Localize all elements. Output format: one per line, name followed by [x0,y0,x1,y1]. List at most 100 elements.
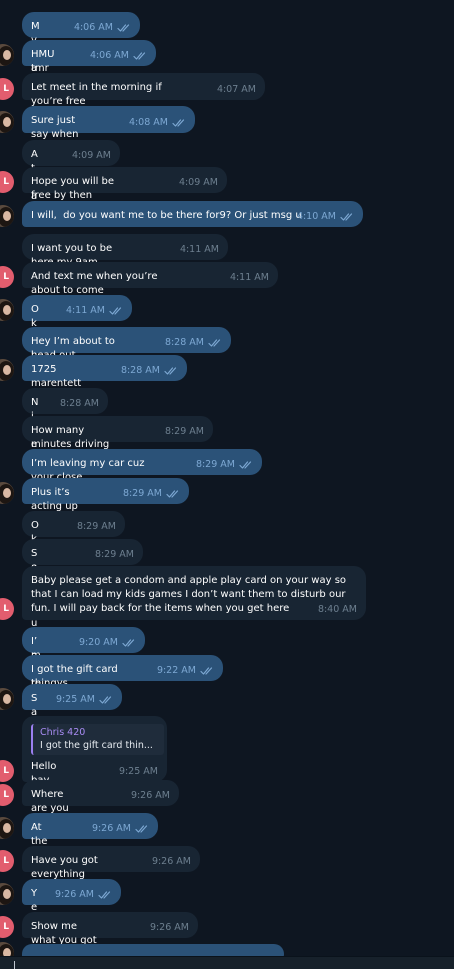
outgoing-message[interactable]: 1725 marentette8:28 AM [22,355,187,403]
message-time: 4:08 AM [128,117,168,128]
outgoing-message[interactable]: I’m leaving my car cuz your close8:29 AM [22,449,262,483]
message-time: 4:11 AM [65,305,105,316]
read-receipt-icon [200,667,213,675]
message-text: Baby please get a condom and apple play … [31,575,350,614]
contact-avatar[interactable]: L [0,78,14,100]
outgoing-message[interactable]: Hey I’m about to head out8:28 AM [22,327,231,361]
message-time: 9:26 AM [54,889,94,900]
incoming-message[interactable]: Have you got everything 9:26 AM [22,846,200,880]
outgoing-message[interactable]: Yes9:26 AM [22,879,121,927]
outgoing-message[interactable]: Plus it’s acting up 8:29 AM [22,478,189,512]
message-row: Sure just say when 4:08 AM [0,106,454,140]
message-meta: 9:26 AM [92,824,149,834]
message-time: 8:28 AM [120,365,160,376]
contact-avatar[interactable]: L [0,266,14,288]
message-time: 8:28 AM [164,337,204,348]
user-avatar[interactable] [0,883,14,905]
message-meta: 8:28 AM [60,399,99,409]
incoming-message[interactable]: See you soon8:29 AM [22,539,143,671]
outgoing-message[interactable] [22,944,284,956]
outgoing-message[interactable]: I’m here9:20 AM [22,627,145,689]
message-row: 1725 marentette8:28 AM [0,355,454,403]
message-meta: 8:28 AM [165,338,222,348]
user-avatar[interactable] [0,299,14,321]
read-receipt-icon [135,825,148,833]
message-meta: 9:22 AM [157,666,214,676]
message-meta: 4:06 AM [90,51,147,61]
outgoing-message[interactable]: Ok ok4:11 AM [22,295,132,357]
message-time: 4:07 AM [216,84,256,95]
incoming-message[interactable]: Where are you now9:26 AM [22,780,179,828]
message-time: 4:09 AM [178,177,218,188]
contact-avatar[interactable]: L [0,784,14,806]
incoming-message[interactable]: Chris 420 I got the gift card thin... Hell… [22,716,167,786]
message-row: Let meet in the morning if you’re free 4:… [0,73,454,107]
message-meta: 8:29 AM [165,427,204,437]
user-avatar[interactable] [0,482,14,504]
message-row: I’m leaving my car cuz your close8:29 AM [0,449,454,483]
message-row: Baby please get a condom and apple play … [0,566,454,620]
incoming-message[interactable]: Show me what you got 9:26 AM [22,912,198,946]
message-meta: 4:08 AM [129,118,186,128]
message-meta: 4:09 AM [179,178,218,188]
message-row: Hope you will be free by then 4:09 AM L [0,167,454,201]
read-receipt-icon [166,490,179,498]
incoming-message[interactable]: Nice8:28 AM [22,388,108,450]
read-receipt-icon [117,24,130,32]
message-meta: 4:11 AM [230,273,269,283]
outgoing-message[interactable]: I will, do you want me to be there for9?… [22,201,363,227]
message-time: 9:26 AM [130,790,170,801]
contact-avatar[interactable]: L [0,760,14,782]
read-receipt-icon [340,213,353,221]
message-row: Have you got everything 9:26 AM L [0,846,454,880]
message-time: 9:26 AM [151,856,191,867]
message-meta: 9:26 AM [150,923,189,933]
user-avatar[interactable] [0,817,14,839]
read-receipt-icon [164,367,177,375]
incoming-message[interactable]: Let meet in the morning if you’re free 4:… [22,73,265,107]
message-time: 4:11 AM [229,272,269,283]
contact-avatar[interactable]: L [0,598,14,620]
message-meta: 9:20 AM [79,638,136,648]
contact-avatar[interactable]: L [0,171,14,193]
user-avatar[interactable] [0,205,14,227]
user-avatar[interactable] [0,111,14,133]
message-meta: 8:28 AM [121,366,178,376]
outgoing-message[interactable]: Sad9:25 AM [22,684,122,732]
incoming-message[interactable]: Ok baby8:29 AM [22,511,125,601]
read-receipt-icon [172,119,185,127]
message-time: 4:06 AM [89,50,129,61]
user-avatar[interactable] [0,359,14,381]
message-time: 9:26 AM [91,823,131,834]
incoming-message[interactable]: And text me when you’re about to come 4:1… [22,262,278,296]
outgoing-message[interactable]: I got the gift card thingys9:22 AM [22,655,223,689]
user-avatar[interactable] [0,688,14,710]
incoming-message[interactable]: I want you to be here my 9am4:11 AM [22,234,228,268]
reply-quote[interactable]: Chris 420 I got the gift card thin... [31,724,164,755]
message-meta: 9:25 AM [56,695,113,705]
message-row: At the door9:26 AM [0,813,454,861]
message-row: At 9am4:09 AM [0,140,454,216]
incoming-message[interactable]: At 9am4:09 AM [22,140,120,216]
user-avatar[interactable] [0,942,14,956]
message-row: And text me when you’re about to come 4:1… [0,262,454,296]
message-row: Yes9:26 AM [0,879,454,927]
message-row: I got the gift card thingys9:22 AM [0,655,454,689]
outgoing-message[interactable]: My bad4:06 AM [22,12,140,88]
incoming-message[interactable]: How many minutes driving 8:29 AM [22,416,213,450]
read-receipt-icon [109,307,122,315]
message-time: 8:40 AM [317,604,357,615]
contact-avatar[interactable]: L [0,850,14,872]
message-row: Sad9:25 AM [0,684,454,732]
contact-avatar[interactable]: L [0,916,14,938]
message-row: Chris 420 I got the gift card thin... Hell… [0,716,454,786]
incoming-message[interactable]: Baby please get a condom and apple play … [22,566,366,620]
outgoing-message[interactable]: Sure just say when 4:08 AM [22,106,195,140]
outgoing-message[interactable]: HMU tmrw4:06 AM [22,40,156,88]
message-composer[interactable] [0,956,454,969]
incoming-message[interactable]: Hope you will be free by then 4:09 AM [22,167,227,201]
message-time: 9:26 AM [149,922,189,933]
user-avatar[interactable] [0,44,14,66]
message-row: See you soon8:29 AM [0,539,454,671]
outgoing-message[interactable]: At the door9:26 AM [22,813,158,861]
